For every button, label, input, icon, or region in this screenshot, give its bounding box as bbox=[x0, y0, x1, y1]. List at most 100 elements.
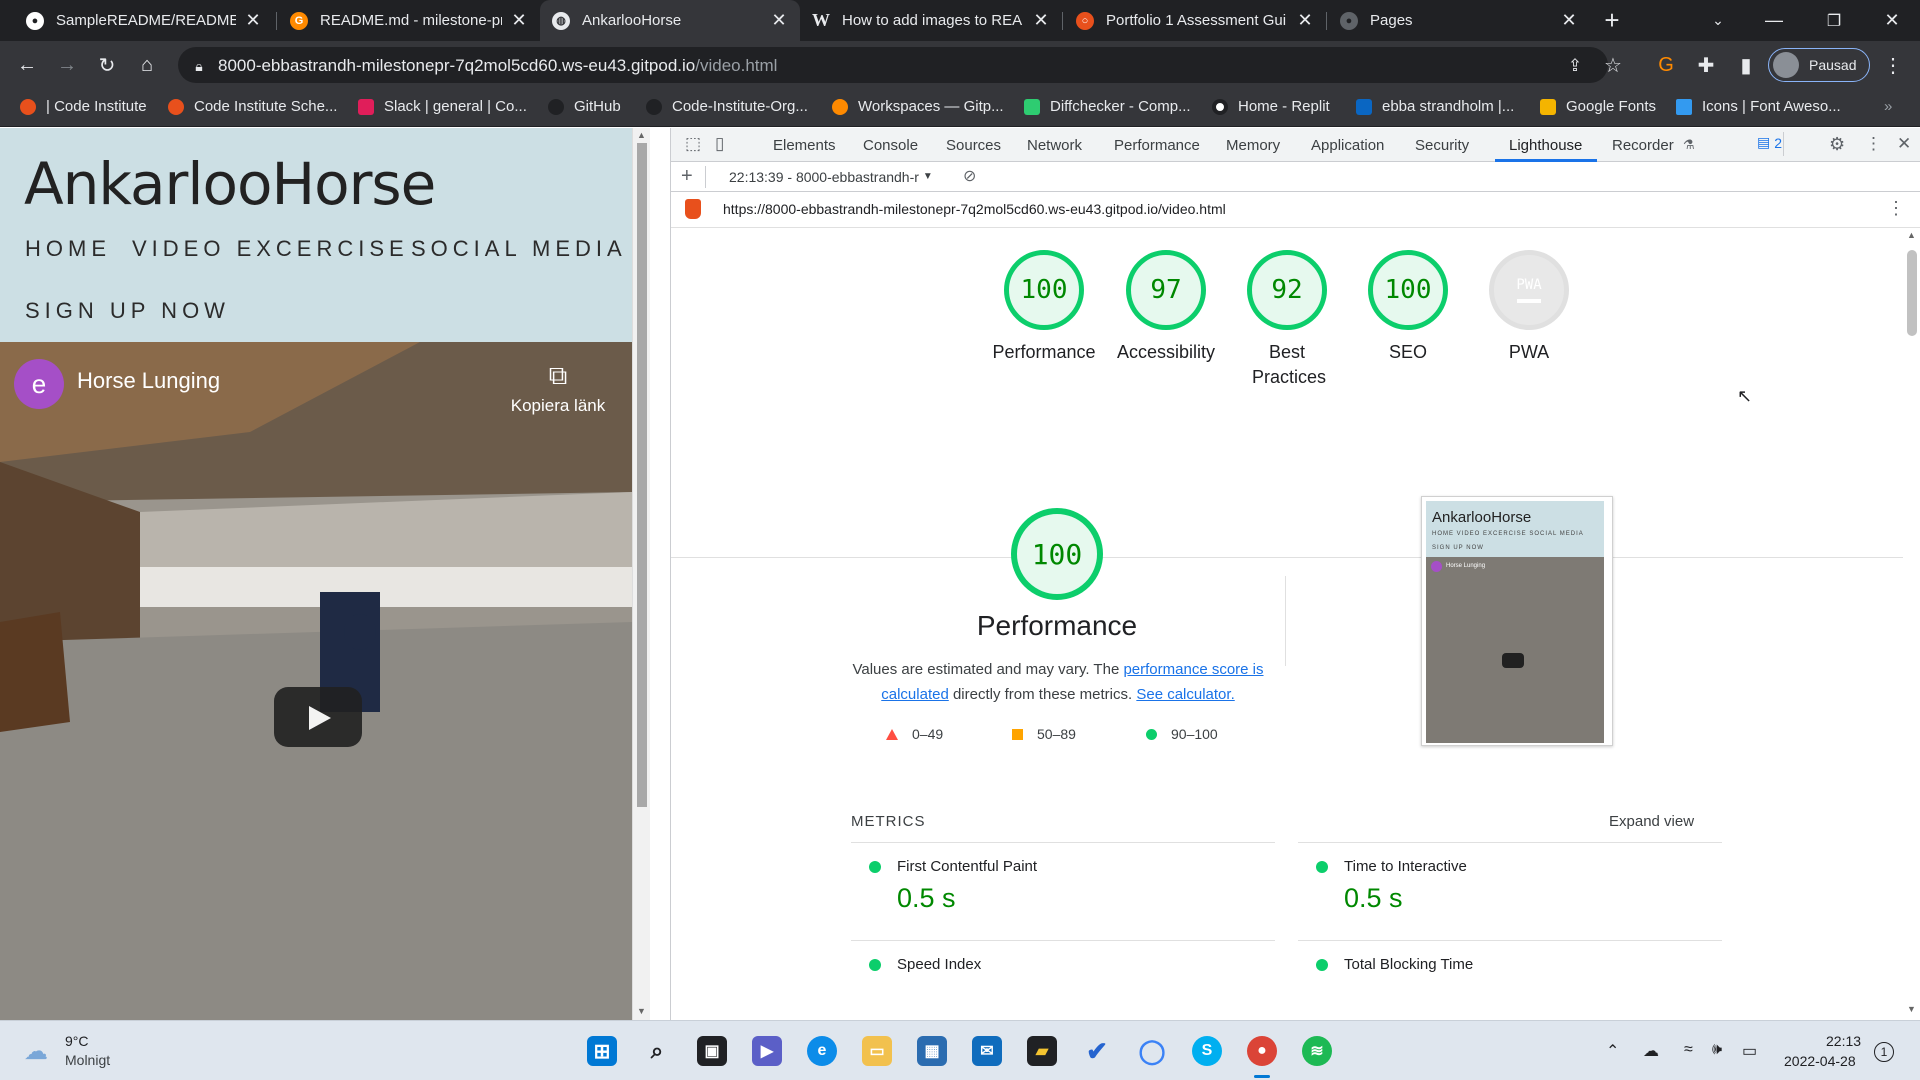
weather-temperature[interactable]: 9°C bbox=[65, 1033, 89, 1049]
score-gauge-accessibility[interactable]: 97 Accessibility bbox=[1106, 250, 1226, 365]
bookmark-item[interactable]: Home - Replit bbox=[1212, 98, 1330, 115]
lock-icon[interactable]: 🔒︎ bbox=[188, 55, 210, 77]
search-icon[interactable]: ⌕ bbox=[642, 1036, 672, 1066]
bookmark-star-icon[interactable]: ☆ bbox=[1598, 50, 1628, 80]
scroll-up-icon[interactable]: ▲ bbox=[637, 130, 646, 140]
tab-elements[interactable]: Elements bbox=[773, 137, 836, 154]
weather-description[interactable]: Molnigt bbox=[65, 1052, 110, 1068]
score-gauge-best-practices[interactable]: 92 Best Practices bbox=[1227, 250, 1347, 390]
bookmark-item[interactable]: Google Fonts bbox=[1540, 98, 1656, 115]
channel-avatar[interactable]: e bbox=[14, 359, 64, 409]
signal-chat-icon[interactable]: ◯ bbox=[1137, 1036, 1167, 1066]
bookmark-item[interactable]: | Code Institute bbox=[20, 98, 147, 115]
wifi-icon[interactable]: ≈ bbox=[1684, 1041, 1693, 1059]
bookmark-item[interactable]: Slack | general | Co... bbox=[358, 98, 527, 115]
new-tab-icon[interactable]: + bbox=[1584, 0, 1640, 41]
profile-button[interactable]: Pausad bbox=[1768, 48, 1870, 82]
sticky-notes-icon[interactable]: ▰ bbox=[1027, 1036, 1057, 1066]
report-scrollbar[interactable]: ▲ ▼ bbox=[1903, 228, 1920, 1020]
back-icon[interactable]: ← bbox=[12, 50, 42, 80]
tab-memory[interactable]: Memory bbox=[1226, 137, 1280, 154]
cloud-weather-icon[interactable]: ☁ bbox=[24, 1037, 48, 1066]
page-scrollbar-thumb[interactable] bbox=[637, 143, 647, 807]
tab-network[interactable]: Network bbox=[1027, 137, 1082, 154]
browser-tab[interactable]: W How to add images to REA ✕ bbox=[800, 0, 1062, 41]
tab-console[interactable]: Console bbox=[863, 137, 918, 154]
window-close-icon[interactable]: ✕ bbox=[1864, 0, 1920, 41]
clock-date[interactable]: 2022-04-28 bbox=[1784, 1053, 1856, 1069]
teams-chat-icon[interactable]: ▶ bbox=[752, 1036, 782, 1066]
final-screenshot[interactable]: AnkarlooHorse HOME VIDEO EXCERCISE SOCIA… bbox=[1421, 496, 1613, 746]
nav-home[interactable]: HOME bbox=[25, 236, 111, 262]
extensions-icon[interactable]: ✚ bbox=[1691, 50, 1721, 80]
browser-tab[interactable]: ● SampleREADME/README.m ✕ bbox=[14, 0, 274, 41]
home-icon[interactable]: ⌂ bbox=[132, 50, 162, 80]
menu-icon[interactable]: ⋮ bbox=[1878, 50, 1908, 80]
tab-search-icon[interactable]: ⌄ bbox=[1690, 0, 1746, 41]
report-url[interactable]: https://8000-ebbastrandh-milestonepr-7q2… bbox=[723, 201, 1226, 217]
close-icon[interactable]: ✕ bbox=[510, 10, 528, 31]
volume-icon[interactable]: 🕪︎ bbox=[1712, 1041, 1722, 1059]
tab-security[interactable]: Security bbox=[1415, 137, 1469, 154]
nav-sign-up-now[interactable]: SIGN UP NOW bbox=[25, 298, 230, 324]
report-scrollbar-thumb[interactable] bbox=[1907, 250, 1917, 336]
chrome-icon[interactable]: ● bbox=[1247, 1036, 1277, 1066]
url-text[interactable]: 8000-ebbastrandh-milestonepr-7q2mol5cd60… bbox=[218, 56, 777, 76]
show-hidden-icons-icon[interactable]: ⌃ bbox=[1606, 1041, 1619, 1061]
tab-recorder[interactable]: Recorder bbox=[1612, 137, 1674, 154]
gitpod-extension-icon[interactable]: G bbox=[1651, 50, 1681, 80]
page-scrollbar[interactable]: ▲ ▼ bbox=[632, 128, 650, 1020]
score-gauge-performance[interactable]: 100 Performance bbox=[984, 250, 1104, 365]
browser-tab[interactable]: ○ Portfolio 1 Assessment Gui ✕ bbox=[1064, 0, 1326, 41]
tab-performance[interactable]: Performance bbox=[1114, 137, 1200, 154]
notification-badge[interactable]: 1 bbox=[1874, 1042, 1894, 1062]
close-icon[interactable]: ✕ bbox=[1560, 10, 1578, 31]
see-calculator-link[interactable]: See calculator. bbox=[1136, 686, 1234, 703]
close-icon[interactable]: ✕ bbox=[770, 10, 788, 31]
bookmark-item[interactable]: ebba strandholm |... bbox=[1356, 98, 1514, 115]
new-report-icon[interactable]: + bbox=[681, 165, 693, 188]
nav-social-media[interactable]: SOCIAL MEDIA bbox=[411, 236, 627, 262]
bookmark-item[interactable]: Code-Institute-Org... bbox=[646, 98, 808, 115]
close-icon[interactable]: ✕ bbox=[1296, 10, 1314, 31]
report-select[interactable]: 22:13:39 - 8000-ebbastrandh-r ▼ bbox=[729, 169, 933, 185]
close-devtools-icon[interactable]: ✕ bbox=[1897, 134, 1911, 154]
device-toolbar-icon[interactable]: ▯ bbox=[715, 134, 724, 154]
scroll-down-icon[interactable]: ▼ bbox=[637, 1006, 646, 1016]
issues-badge[interactable]: ▤ 2 bbox=[1757, 134, 1782, 151]
score-gauge-seo[interactable]: 100 SEO bbox=[1348, 250, 1468, 365]
todo-icon[interactable]: ✔ bbox=[1082, 1036, 1112, 1066]
minimize-icon[interactable]: — bbox=[1746, 0, 1802, 41]
edge-icon[interactable]: e bbox=[807, 1036, 837, 1066]
side-panel-icon[interactable]: ▮ bbox=[1731, 50, 1761, 80]
expand-view-toggle[interactable]: Expand view bbox=[1609, 813, 1694, 830]
browser-tab[interactable]: ● Pages ✕ bbox=[1328, 0, 1590, 41]
video-title[interactable]: Horse Lunging bbox=[77, 368, 220, 394]
nav-video-excercise[interactable]: VIDEO EXCERCISE bbox=[132, 236, 409, 262]
bookmark-item[interactable]: Diffchecker - Comp... bbox=[1024, 98, 1191, 115]
spotify-icon[interactable]: ≋ bbox=[1302, 1036, 1332, 1066]
report-menu-icon[interactable]: ⋮ bbox=[1887, 198, 1905, 219]
file-explorer-icon[interactable]: ▭ bbox=[862, 1036, 892, 1066]
more-bookmarks-icon[interactable]: » bbox=[1884, 98, 1892, 115]
reload-icon[interactable]: ↻ bbox=[92, 50, 122, 80]
skype-icon[interactable]: S bbox=[1192, 1036, 1222, 1066]
bookmark-item[interactable]: GitHub bbox=[548, 98, 621, 115]
scroll-up-icon[interactable]: ▲ bbox=[1907, 230, 1916, 240]
onedrive-icon[interactable]: ☁ bbox=[1643, 1041, 1659, 1061]
task-view-icon[interactable]: ▣ bbox=[697, 1036, 727, 1066]
forward-icon[interactable]: → bbox=[52, 50, 82, 80]
clock-time[interactable]: 22:13 bbox=[1826, 1033, 1861, 1049]
tab-application[interactable]: Application bbox=[1311, 137, 1384, 154]
tab-lighthouse[interactable]: Lighthouse bbox=[1509, 137, 1582, 154]
bookmark-item[interactable]: Workspaces — Gitp... bbox=[832, 98, 1004, 115]
windows-start-icon[interactable]: ⊞ bbox=[587, 1036, 617, 1066]
bookmark-item[interactable]: Icons | Font Aweso... bbox=[1676, 98, 1841, 115]
clear-reports-icon[interactable]: ⊘ bbox=[963, 166, 976, 186]
video-player[interactable]: e Horse Lunging ⧉ Kopiera länk bbox=[0, 342, 632, 1020]
tab-sources[interactable]: Sources bbox=[946, 137, 1001, 154]
site-brand[interactable]: AnkarlooHorse bbox=[24, 150, 436, 218]
close-icon[interactable]: ✕ bbox=[244, 10, 262, 31]
mail-icon[interactable]: ✉ bbox=[972, 1036, 1002, 1066]
bookmark-item[interactable]: Code Institute Sche... bbox=[168, 98, 337, 115]
